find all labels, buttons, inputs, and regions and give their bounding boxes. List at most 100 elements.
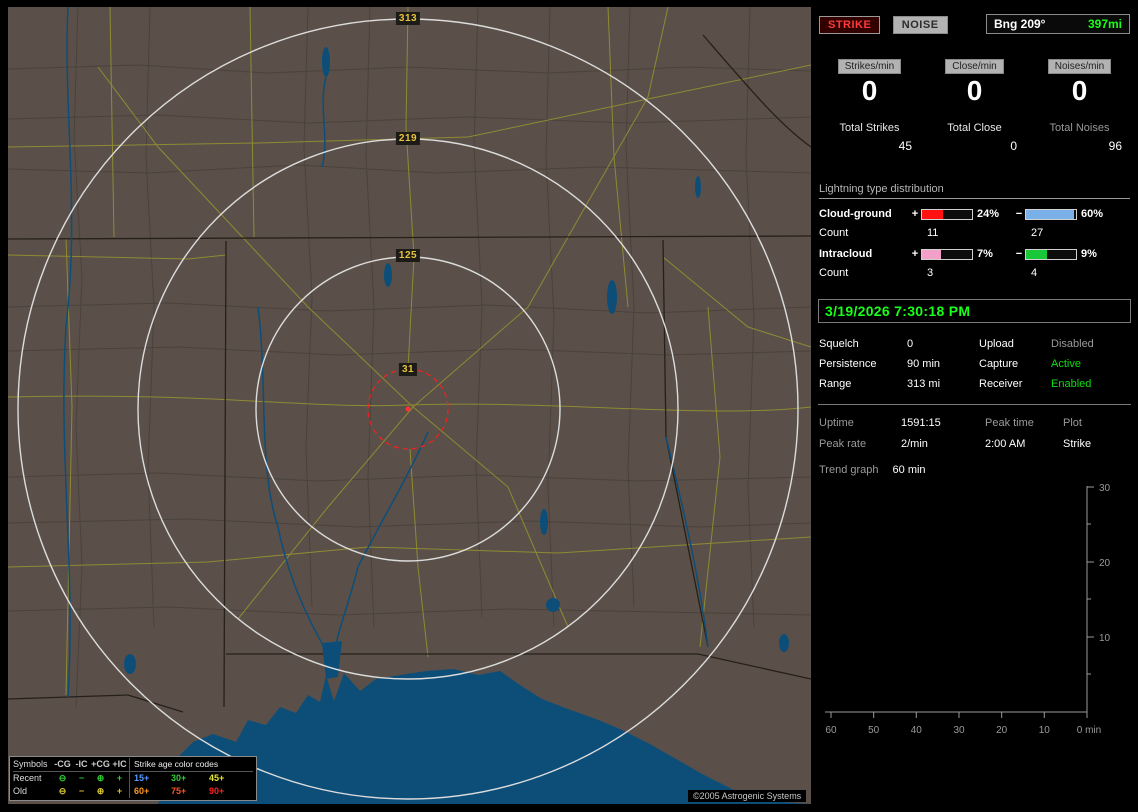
status-grid: Squelch 0 Upload Disabled Persistence 90…: [819, 338, 1130, 390]
peak-rate-value: 2/min: [901, 438, 928, 450]
cg-plus-percent: 24%: [977, 208, 1000, 220]
pos-ic-symbol-icon: +: [116, 786, 123, 796]
uptime-value: 1591:15: [901, 417, 941, 429]
noises-per-min-label: Noises/min: [1047, 59, 1112, 74]
age-code: 60+: [129, 785, 167, 798]
trend-graph: 30 20 10 60 50 40 30 20 10 0 min: [825, 483, 1111, 736]
x-tick-label: 30: [953, 725, 965, 736]
stats-grid: Uptime 1591:15 Peak time Plot Peak rate …: [819, 417, 1130, 450]
rate-counters: Strikes/min 0 Close/min 0 Noises/min 0: [817, 56, 1132, 108]
x-tick-label: 40: [911, 725, 923, 736]
strike-button[interactable]: STRIKE: [819, 16, 881, 34]
capture-value: Active: [1051, 358, 1081, 370]
legend-symbols-header: Symbols: [13, 759, 48, 769]
close-per-min-counter: Close/min 0: [922, 56, 1027, 108]
legend-age-header: Strike age color codes: [129, 758, 243, 771]
datetime-display: 3/19/2026 7:30:18 PM: [818, 299, 1131, 323]
total-strikes-label: Total Strikes: [839, 122, 900, 134]
ic-minus-percent: 9%: [1081, 248, 1097, 260]
age-code: 15+: [129, 772, 167, 785]
trend-graph-header: Trend graph 60 min: [819, 464, 1130, 476]
upload-value: Disabled: [1051, 338, 1094, 350]
peak-rate-label: Peak rate: [819, 438, 867, 450]
cg-minus-bar-fill: [1026, 209, 1074, 219]
noise-button[interactable]: NOISE: [892, 16, 948, 34]
capture-label: Capture: [979, 358, 1019, 370]
plot-value: Strike: [1063, 438, 1092, 450]
receiver-location-marker: [405, 406, 411, 412]
lightning-map: 313 219 125 31 Symbols -CG -IC +CG +IC S…: [8, 7, 811, 804]
persistence-label: Persistence: [819, 358, 877, 370]
age-code: 30+: [171, 773, 187, 783]
intracloud-label: Intracloud: [819, 248, 873, 260]
total-close: Total Close 0: [922, 122, 1027, 153]
legend-row-label: Recent: [13, 773, 42, 783]
upload-label: Upload: [979, 338, 1014, 350]
cg-plus-bar: [921, 208, 973, 220]
legend-row-label: Old: [13, 786, 28, 796]
y-tick-label: 10: [1099, 633, 1111, 644]
legend-col-header: +IC: [112, 759, 127, 769]
minus-sign: −: [1015, 208, 1023, 220]
trend-window-value: 60 min: [892, 464, 926, 476]
trend-graph-label: Trend graph: [819, 464, 879, 476]
cloud-ground-count-row: Count 11 27: [819, 227, 1130, 239]
top-button-row: STRIKE NOISE Bng 209° 397mi: [819, 14, 1130, 34]
neg-ic-symbol-icon: −: [78, 773, 85, 783]
bearing-value: Bng 209°: [994, 17, 1046, 31]
range-ring-label: 125: [395, 249, 421, 262]
cloud-ground-label: Cloud-ground: [819, 208, 892, 220]
legend-header-row: Symbols -CG -IC +CG +IC Strike age color…: [13, 758, 253, 772]
total-strikes-value: 45: [898, 139, 912, 153]
neg-ic-symbol-icon: −: [78, 786, 85, 796]
trend-axis-labels: 30 20 10 60 50 40 30 20 10 0 min: [825, 483, 1110, 736]
y-tick-label: 20: [1099, 558, 1111, 569]
squelch-value: 0: [907, 338, 914, 350]
noises-per-min-counter: Noises/min 0: [1027, 56, 1132, 108]
ic-plus-bar: [921, 248, 973, 260]
cg-minus-count: 27: [1031, 227, 1044, 239]
x-tick-label: 20: [996, 725, 1008, 736]
peak-time-label: Peak time: [985, 417, 1034, 429]
plus-sign: +: [911, 248, 919, 260]
legend-col-header: -CG: [54, 759, 71, 769]
total-close-label: Total Close: [947, 122, 1002, 134]
intracloud-row: Intracloud + 7% − 9%: [819, 248, 1130, 260]
strikes-per-min-value: 0: [861, 75, 878, 106]
legend-recent-row: Recent ⊖ − ⊕ + 15+ 30+ 45+: [13, 772, 253, 785]
legend-old-row: Old ⊖ − ⊕ + 60+ 75+ 90+: [13, 785, 253, 798]
ic-minus-bar: [1025, 248, 1077, 260]
peak-time-value: 2:00 AM: [985, 438, 1026, 450]
neg-cg-symbol-icon: ⊖: [58, 773, 67, 783]
total-noises-label: Total Noises: [1049, 122, 1110, 134]
x-tick-label: 60: [825, 725, 837, 736]
count-label: Count: [819, 227, 849, 239]
plot-label: Plot: [1063, 417, 1082, 429]
pos-cg-symbol-icon: ⊕: [96, 786, 105, 796]
squelch-label: Squelch: [819, 338, 859, 350]
close-per-min-label: Close/min: [945, 59, 1004, 74]
intracloud-count-row: Count 3 4: [819, 267, 1130, 279]
x-axis-end-label: 0 min: [1077, 725, 1101, 736]
persistence-value: 90 min: [907, 358, 941, 370]
cg-minus-percent: 60%: [1081, 208, 1104, 220]
range-ring-label: 219: [395, 132, 421, 145]
distance-value: 397mi: [1087, 17, 1122, 31]
range-ring-label: 313: [395, 12, 421, 25]
cg-plus-bar-fill: [922, 209, 943, 219]
total-noises-value: 96: [1108, 139, 1122, 153]
map-legend: Symbols -CG -IC +CG +IC Strike age color…: [9, 756, 257, 801]
ic-minus-count: 4: [1031, 267, 1038, 279]
mode-buttons: STRIKE NOISE: [819, 15, 948, 34]
pos-ic-symbol-icon: +: [116, 773, 123, 783]
legend-col-header: -IC: [75, 759, 88, 769]
minus-sign: −: [1015, 248, 1023, 260]
pos-cg-symbol-icon: ⊕: [96, 773, 105, 783]
cg-minus-bar: [1025, 208, 1077, 220]
total-strikes: Total Strikes 45: [817, 122, 922, 153]
bearing-readout: Bng 209° 397mi: [986, 14, 1130, 34]
count-label: Count: [819, 267, 849, 279]
x-tick-label: 50: [868, 725, 880, 736]
range-label: Range: [819, 378, 852, 390]
ic-minus-bar-fill: [1026, 249, 1047, 259]
